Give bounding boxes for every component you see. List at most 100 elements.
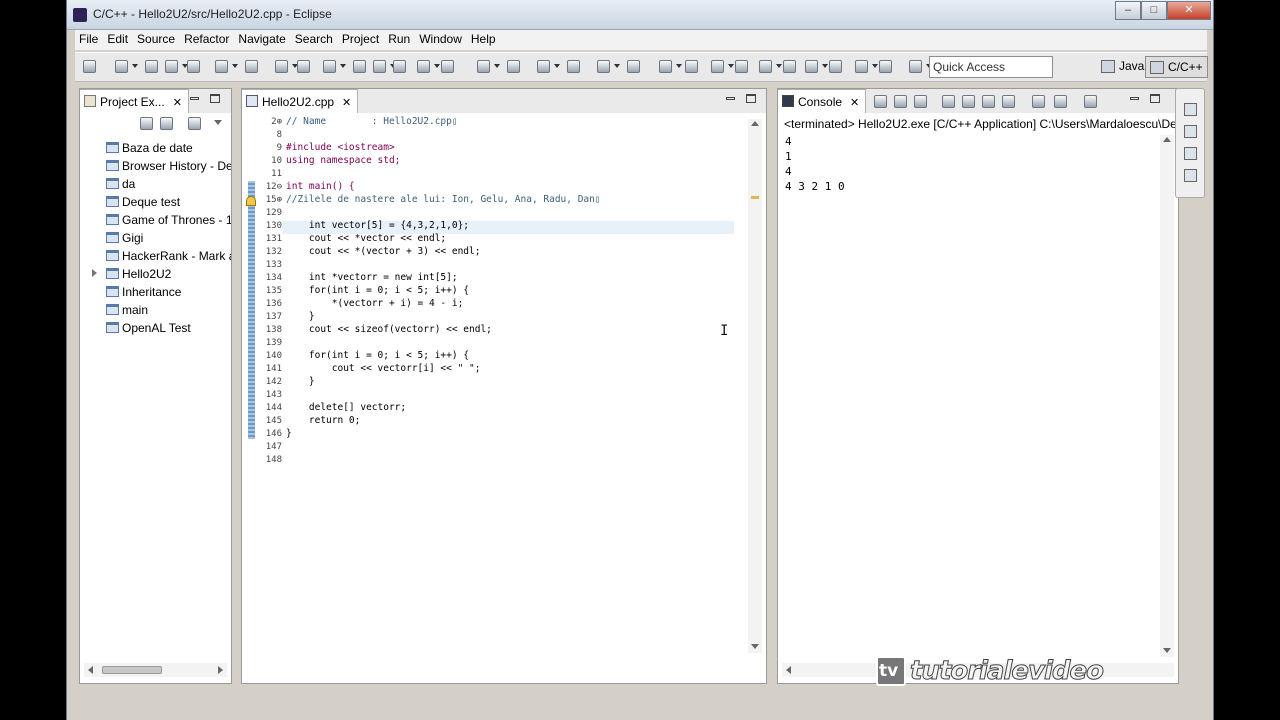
project-item[interactable]: Baza de date [80,139,231,157]
scroll-lock-icon[interactable] [962,95,975,108]
terminate-icon[interactable] [874,95,887,108]
scroll-thumb[interactable] [102,666,162,674]
toolbar-button-icon[interactable] [829,60,842,73]
maximize-view-icon[interactable] [746,94,756,103]
project-item[interactable]: da [80,175,231,193]
minimize-view-icon[interactable] [726,97,735,100]
toolbar-button-icon[interactable] [441,60,454,73]
toolbar-button-icon[interactable] [275,60,288,73]
toolbar-button-icon[interactable] [187,60,200,73]
project-item[interactable]: Inheritance [80,283,231,301]
toolbar-button-icon[interactable] [783,60,796,73]
project-item[interactable]: main [80,301,231,319]
console-vscrollbar[interactable] [1160,135,1174,657]
tab-hello2u2-cpp[interactable]: Hello2U2.cpp ✕ [242,89,359,113]
toolbar-button-icon[interactable] [323,60,336,73]
toolbar-button-icon[interactable] [83,60,96,73]
close-tab-icon[interactable]: ✕ [173,97,182,109]
project-item[interactable]: OpenAL Test [80,319,231,337]
toolbar-button-icon[interactable] [597,60,610,73]
tasks-icon[interactable] [1184,169,1197,182]
maximize-view-icon[interactable] [210,94,220,103]
toolbar-button-icon[interactable] [909,60,922,73]
project-item[interactable]: Hello2U2 [80,265,231,283]
dropdown-arrow-icon[interactable] [776,64,782,68]
menu-help[interactable]: Help [467,30,501,46]
dropdown-arrow-icon[interactable] [676,64,682,68]
project-item[interactable]: Browser History - Deq [80,157,231,175]
remove-all-launches-icon[interactable] [914,95,927,108]
menu-search[interactable]: Search [291,30,338,46]
toolbar-button-icon[interactable] [659,60,672,73]
menu-window[interactable]: Window [415,30,467,46]
expand-arrow-icon[interactable] [92,269,97,277]
project-item[interactable]: Gigi [80,229,231,247]
maximize-view-icon[interactable] [1150,94,1160,103]
tab-project-explorer[interactable]: Project Ex... ✕ [80,89,189,113]
toolbar-button-icon[interactable] [805,60,818,73]
dropdown-arrow-icon[interactable] [822,64,828,68]
menu-navigate[interactable]: Navigate [234,30,290,46]
minimize-view-icon[interactable] [1130,97,1139,100]
toolbar-button-icon[interactable] [507,60,520,73]
project-item[interactable]: Deque test [80,193,231,211]
show-on-output-icon[interactable] [1002,95,1015,108]
remove-launch-icon[interactable] [894,95,907,108]
scroll-up-icon[interactable] [1163,137,1171,142]
link-with-editor-icon[interactable] [160,117,173,130]
maximize-button[interactable]: □ [1141,1,1167,20]
toolbar-button-icon[interactable] [165,60,178,73]
close-tab-icon[interactable]: ✕ [342,97,351,109]
menu-file[interactable]: File [75,30,103,46]
project-item[interactable]: HackerRank - Mark ar [80,247,231,265]
menu-refactor[interactable]: Refactor [180,30,234,46]
scroll-left-icon[interactable] [88,666,93,674]
scroll-left-icon[interactable] [786,666,791,674]
toolbar-button-icon[interactable] [353,60,366,73]
toolbar-button-icon[interactable] [297,60,310,73]
scroll-up-icon[interactable] [751,121,759,126]
dropdown-arrow-icon[interactable] [554,64,560,68]
menu-edit[interactable]: Edit [103,30,133,46]
dropdown-arrow-icon[interactable] [340,64,346,68]
toolbar-button-icon[interactable] [537,60,550,73]
outline-icon[interactable] [1184,125,1197,138]
menu-source[interactable]: Source [133,30,180,46]
word-wrap-icon[interactable] [982,95,995,108]
toolbar-button-icon[interactable] [215,60,228,73]
restore-icon[interactable] [1184,103,1197,116]
quick-access-input[interactable]: Quick Access [929,56,1053,78]
close-tab-icon[interactable]: ✕ [850,97,859,109]
dropdown-arrow-icon[interactable] [434,64,440,68]
toolbar-button-icon[interactable] [855,60,868,73]
toolbar-button-icon[interactable] [879,60,892,73]
include-browser-icon[interactable] [1184,147,1197,160]
toolbar-button-icon[interactable] [417,60,430,73]
dropdown-arrow-icon[interactable] [872,64,878,68]
explorer-hscrollbar[interactable] [84,663,227,677]
menu-run[interactable]: Run [384,30,415,46]
menu-project[interactable]: Project [338,30,384,46]
pin-console-icon[interactable] [1032,95,1045,108]
view-menu-icon[interactable] [214,120,222,125]
project-item[interactable]: Game of Thrones - 1 [80,211,231,229]
filters-icon[interactable] [188,117,201,130]
scroll-down-icon[interactable] [1163,648,1171,653]
editor-vscrollbar[interactable] [748,119,762,653]
toolbar-button-icon[interactable] [711,60,724,73]
toolbar-button-icon[interactable] [685,60,698,73]
toolbar-button-icon[interactable] [477,60,490,73]
dropdown-arrow-icon[interactable] [494,64,500,68]
minimize-view-icon[interactable] [190,97,199,100]
scroll-right-icon[interactable] [218,666,223,674]
toolbar-button-icon[interactable] [245,60,258,73]
dropdown-arrow-icon[interactable] [614,64,620,68]
open-console-icon[interactable] [1084,95,1097,108]
collapse-all-icon[interactable] [140,117,153,130]
minimize-button[interactable]: – [1115,1,1141,20]
dropdown-arrow-icon[interactable] [728,64,734,68]
display-console-icon[interactable] [1054,95,1067,108]
toolbar-button-icon[interactable] [627,60,640,73]
toolbar-button-icon[interactable] [373,60,386,73]
toolbar-button-icon[interactable] [759,60,772,73]
